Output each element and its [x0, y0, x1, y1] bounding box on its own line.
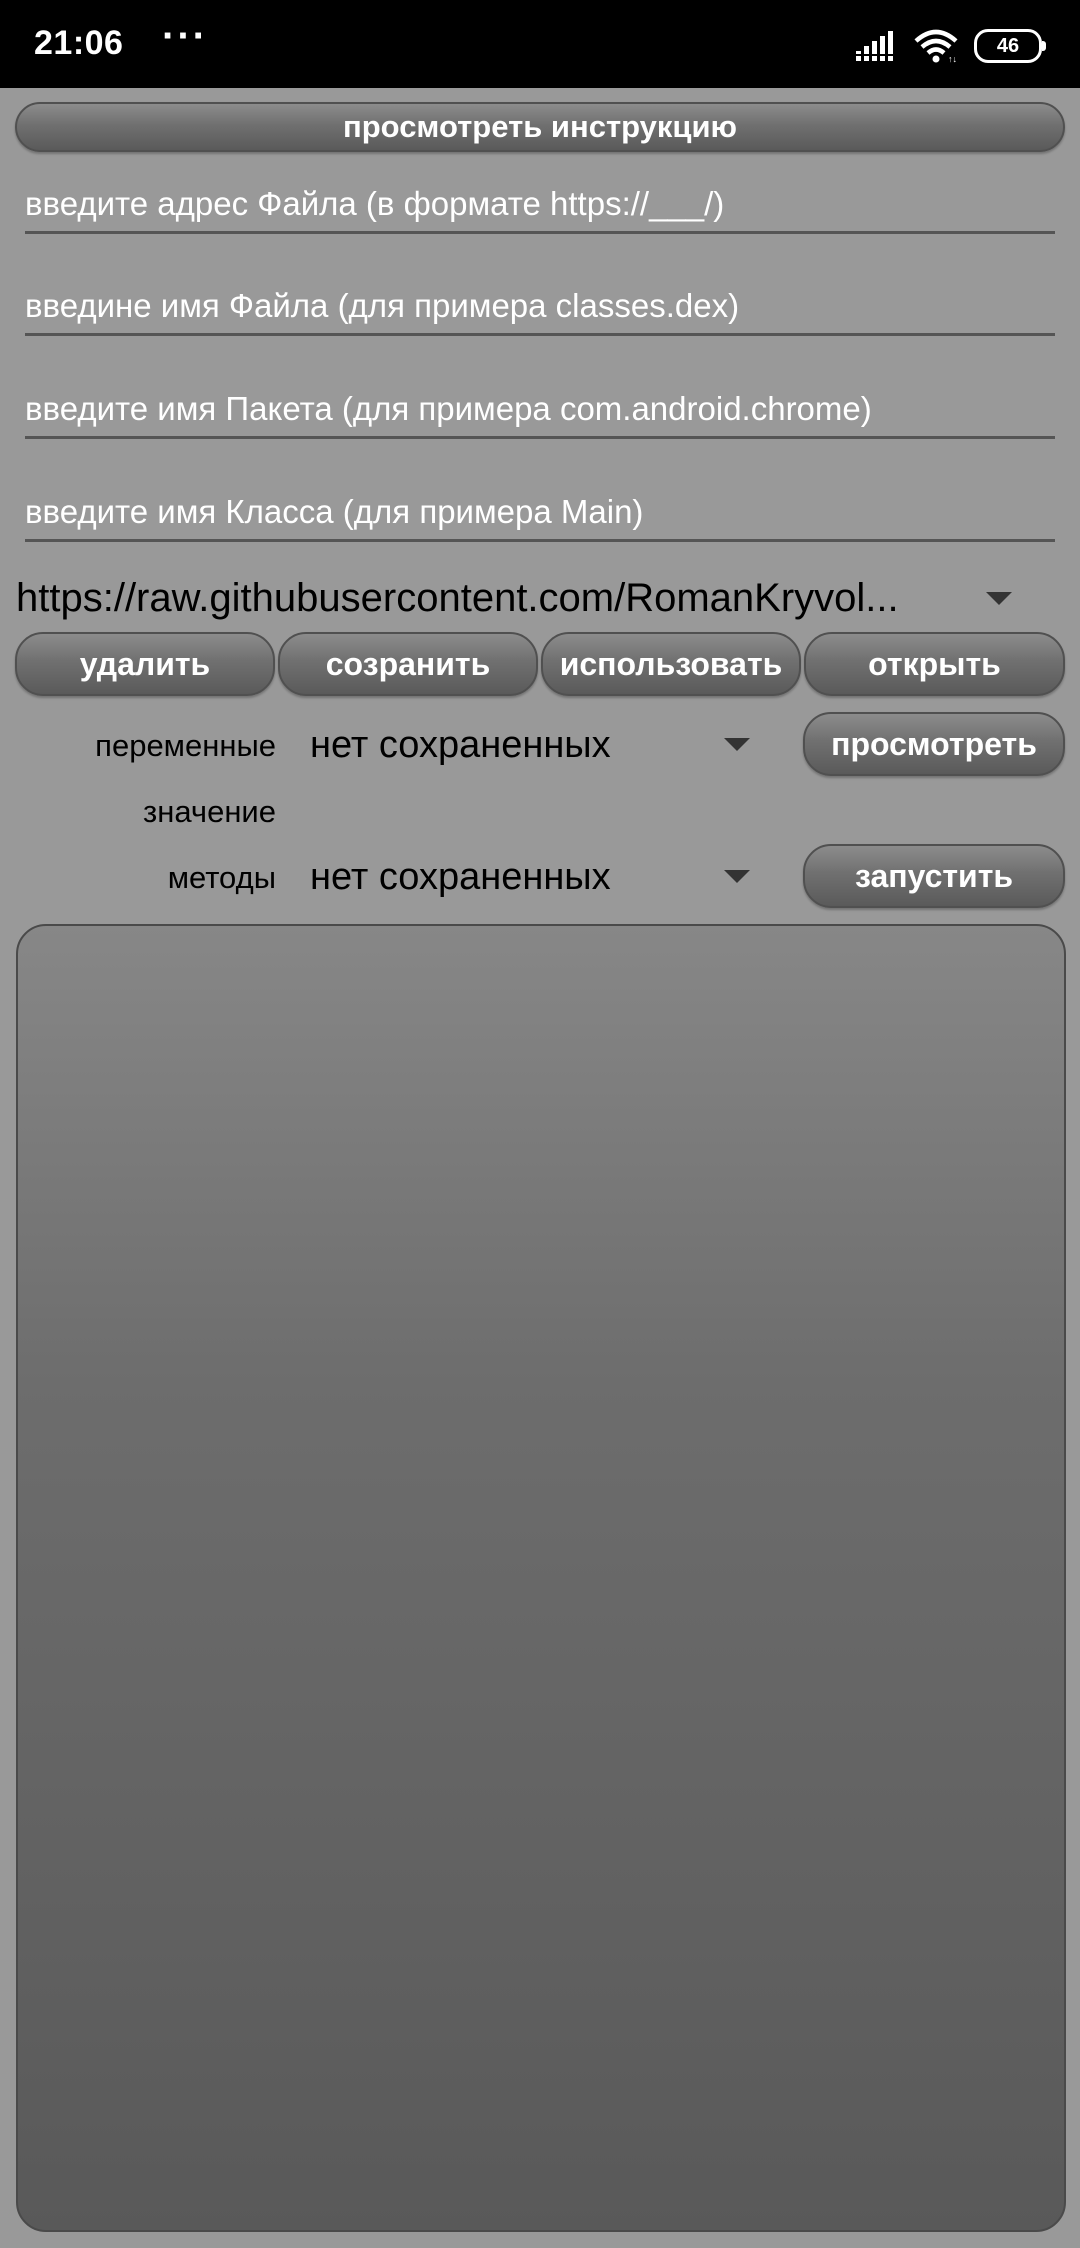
view-instruction-button[interactable]: просмотреть инструкцию [15, 102, 1065, 152]
variables-select-value: нет сохраненных [310, 724, 611, 766]
view-variable-button[interactable]: просмотреть [803, 712, 1065, 776]
chevron-down-icon [724, 870, 750, 883]
value-label: значение [143, 794, 276, 829]
url-select[interactable]: https://raw.githubusercontent.com/RomanK… [16, 572, 1056, 628]
save-button-label: созранить [325, 645, 491, 682]
status-icons: ↑↓ 46 [856, 28, 1046, 64]
open-button[interactable]: открыть [804, 632, 1065, 696]
file-name-placeholder: введине имя Файла (для примера classes.d… [25, 287, 740, 324]
chevron-down-icon [724, 738, 750, 751]
notification-dots-icon: ··· [162, 14, 208, 58]
use-button-label: использовать [559, 645, 783, 682]
delete-button-label: удалить [79, 645, 211, 682]
battery-icon: 46 [974, 29, 1046, 63]
class-name-placeholder: введите имя Класса (для примера Main) [25, 493, 644, 530]
file-url-input[interactable]: введите адрес Файла (в формате https://_… [25, 172, 1055, 234]
battery-level: 46 [996, 34, 1020, 57]
output-area[interactable] [16, 924, 1066, 2232]
run-method-label: запустить [854, 857, 1014, 894]
view-instruction-label: просмотреть инструкцию [343, 109, 737, 144]
signal-icon [856, 31, 893, 61]
wifi-icon: ↑↓ [914, 29, 958, 63]
save-button[interactable]: созранить [278, 632, 538, 696]
package-name-input[interactable]: введите имя Пакета (для примера com.andr… [25, 377, 1055, 439]
variables-select[interactable]: нет сохраненных [300, 712, 760, 778]
chevron-down-icon [986, 592, 1012, 605]
class-name-input[interactable]: введите имя Класса (для примера Main) [25, 480, 1055, 542]
url-select-value: https://raw.githubusercontent.com/RomanK… [16, 576, 899, 620]
methods-label: методы [167, 860, 276, 895]
svg-text:↑↓: ↑↓ [948, 54, 957, 63]
use-button[interactable]: использовать [541, 632, 801, 696]
status-bar: 21:06 ··· ↑↓ 46 [0, 0, 1080, 88]
methods-select[interactable]: нет сохраненных [300, 844, 760, 910]
status-time: 21:06 [34, 24, 124, 62]
delete-button[interactable]: удалить [15, 632, 275, 696]
run-method-button[interactable]: запустить [803, 844, 1065, 908]
file-name-input[interactable]: введине имя Файла (для примера classes.d… [25, 274, 1055, 336]
package-name-placeholder: введите имя Пакета (для примера com.andr… [25, 390, 872, 427]
view-variable-label: просмотреть [831, 725, 1037, 762]
open-button-label: открыть [868, 645, 1001, 682]
methods-select-value: нет сохраненных [310, 856, 611, 898]
file-url-placeholder: введите адрес Файла (в формате https://_… [25, 185, 725, 222]
variables-label: переменные [95, 728, 276, 763]
